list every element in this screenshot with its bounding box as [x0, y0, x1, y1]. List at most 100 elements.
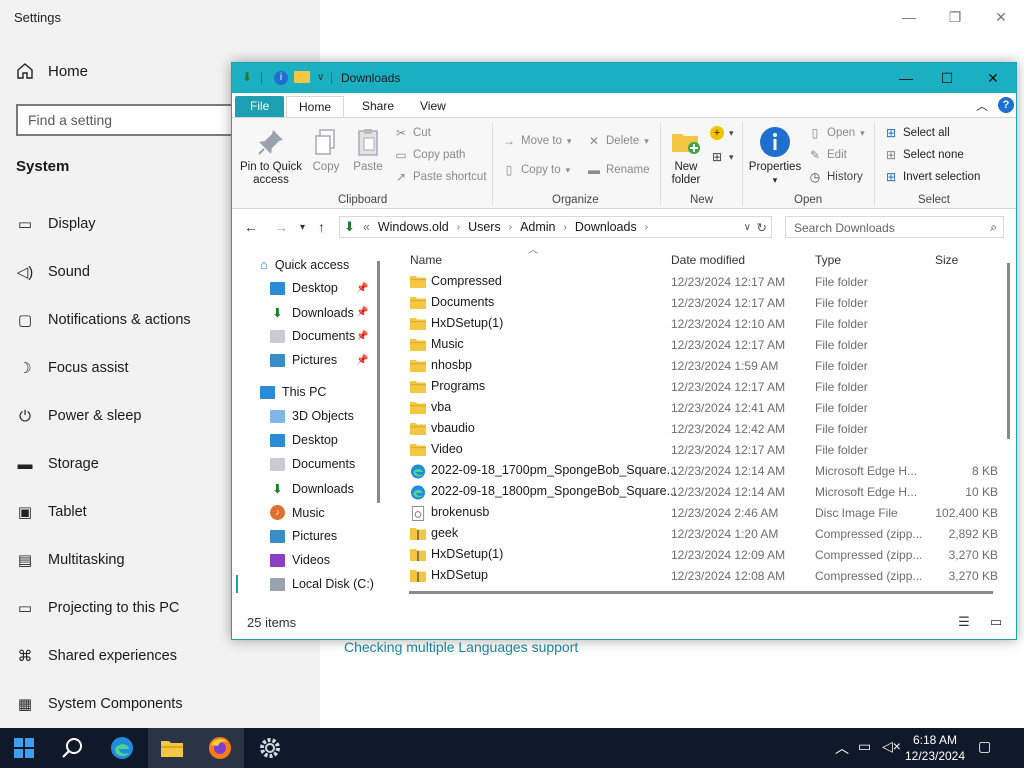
cut-button[interactable]: ✂ Cut [394, 126, 431, 140]
history-button[interactable]: ◷ History [808, 170, 863, 184]
file-row[interactable]: Video 12/23/2024 12:17 AM File folder [398, 440, 998, 461]
nav-quick-access[interactable]: ⌂ Quick access [260, 257, 349, 272]
file-row[interactable]: vbaudio 12/23/2024 12:42 AM File folder [398, 419, 998, 440]
up-icon[interactable]: ↑ [318, 219, 325, 235]
minimize-button[interactable]: — [883, 63, 929, 93]
notifications-icon[interactable]: ▢ [978, 738, 991, 755]
nav-local-disk[interactable]: Local Disk (C:) [270, 577, 374, 591]
nav-3d-objects[interactable]: 3D Objects [270, 409, 354, 423]
nav-quick-pictures[interactable]: Pictures [270, 353, 337, 367]
new-folder-button[interactable]: New folder [666, 126, 706, 187]
nav-pane-scrollbar[interactable] [377, 261, 380, 503]
file-row[interactable]: Music 12/23/2024 12:17 AM File folder [398, 335, 998, 356]
file-row[interactable]: Compressed 12/23/2024 12:17 AM File folder [398, 272, 998, 293]
address-dropdown-icon[interactable]: ∨ [744, 222, 751, 233]
nav-music[interactable]: ♪ Music [270, 505, 325, 520]
column-header-size[interactable]: Size [935, 253, 958, 267]
horizontal-scrollbar[interactable] [409, 591, 993, 594]
customize-toolbar-icon[interactable]: ∨ [317, 72, 324, 83]
delete-button[interactable]: ✕ Delete ▾ [587, 134, 649, 148]
file-row[interactable]: vba 12/23/2024 12:41 AM File folder [398, 398, 998, 419]
column-header-type[interactable]: Type [815, 253, 841, 267]
nav-quick-desktop[interactable]: Desktop [270, 281, 338, 295]
refresh-icon[interactable]: ↻ [757, 220, 767, 235]
file-row[interactable]: 2022-09-18_1700pm_SpongeBob_Square... 12/… [398, 461, 998, 482]
nav-documents[interactable]: Documents [270, 457, 355, 471]
nav-downloads[interactable]: ⬇ Downloads [270, 481, 354, 497]
forward-icon[interactable]: → [274, 219, 288, 235]
nav-desktop[interactable]: Desktop [270, 433, 338, 447]
file-explorer-taskbar-button[interactable] [148, 728, 196, 768]
move-to-button[interactable]: → Move to ▾ [502, 134, 571, 148]
settings-nav-storage[interactable]: ▬ Storage [16, 455, 99, 473]
nav-quick-documents[interactable]: Documents [270, 329, 355, 343]
settings-nav-sound[interactable]: ◁) Sound [16, 263, 90, 281]
breadcrumb-admin[interactable]: Admin [520, 220, 555, 234]
edit-button[interactable]: ✎ Edit [808, 148, 847, 162]
show-hidden-icons-icon[interactable]: ︿ [835, 738, 849, 758]
breadcrumb-downloads[interactable]: Downloads [575, 220, 637, 234]
new-item-button[interactable]: + ▾ [710, 126, 734, 140]
nav-pictures[interactable]: Pictures [270, 529, 337, 543]
settings-nav-notifications[interactable]: ▢ Notifications & actions [16, 311, 191, 329]
taskbar-clock[interactable]: 6:18 AM 12/23/2024 [900, 732, 970, 764]
open-button[interactable]: ▯ Open ▾ [808, 126, 865, 140]
settings-nav-multitasking[interactable]: ▤ Multitasking [16, 551, 125, 569]
details-view-icon[interactable]: ☰ [955, 614, 973, 630]
tab-home[interactable]: Home [286, 96, 345, 117]
breadcrumb-users[interactable]: Users [468, 220, 501, 234]
new-folder-quick-icon[interactable] [294, 71, 310, 83]
settings-nav-power[interactable]: ⏻ Power & sleep [16, 407, 141, 425]
copy-to-button[interactable]: ▯ Copy to ▾ [502, 163, 570, 177]
settings-nav-tablet[interactable]: ▣ Tablet [16, 503, 87, 521]
tab-share[interactable]: Share [350, 96, 406, 117]
file-row[interactable]: Documents 12/23/2024 12:17 AM File folder [398, 293, 998, 314]
file-row[interactable]: Programs 12/23/2024 12:17 AM File folder [398, 377, 998, 398]
help-icon[interactable]: ? [998, 97, 1014, 113]
volume-icon[interactable]: ◁× [882, 738, 901, 755]
file-row[interactable]: HxDSetup(1) 12/23/2024 12:09 AM Compressed… [398, 545, 998, 566]
paste-button[interactable]: Paste [350, 126, 386, 174]
easy-access-button[interactable]: ⊞ ▾ [710, 150, 734, 164]
properties-button[interactable]: Properties ▾ [747, 126, 803, 187]
copy-path-button[interactable]: ▭ Copy path [394, 148, 465, 162]
file-list-scrollbar[interactable] [1007, 263, 1010, 439]
back-icon[interactable]: ← [244, 219, 258, 235]
file-row[interactable]: HxDSetup(1) 12/23/2024 12:10 AM File folde… [398, 314, 998, 335]
start-button[interactable] [0, 728, 48, 768]
large-icons-view-icon[interactable]: ▭ [987, 614, 1005, 630]
paste-shortcut-button[interactable]: ↗ Paste shortcut [394, 170, 487, 184]
tab-view[interactable]: View [408, 96, 458, 117]
edge-taskbar-button[interactable] [98, 728, 146, 768]
select-none-button[interactable]: ⊞ Select none [884, 148, 964, 162]
file-row[interactable]: brokenusb 12/23/2024 2:46 AM Disc Image Fi… [398, 503, 998, 524]
find-setting-input[interactable]: Find a setting [16, 104, 246, 136]
explorer-titlebar[interactable]: ⬇ | i ∨ | Downloads — ☐ ✕ [232, 63, 1016, 93]
nav-videos[interactable]: Videos [270, 553, 330, 567]
pin-to-quick-access-button[interactable]: Pin to Quick access [238, 126, 304, 187]
column-header-name[interactable]: Name [410, 253, 442, 267]
collapse-ribbon-icon[interactable]: ︿ [976, 97, 988, 114]
nav-this-pc[interactable]: This PC [260, 385, 326, 399]
address-input[interactable]: ⬇ « Windows.old › Users › Admin › Downloads… [339, 216, 772, 238]
invert-selection-button[interactable]: ⊞ Invert selection [884, 170, 980, 184]
languages-support-link[interactable]: Checking multiple Languages support [344, 639, 578, 655]
minimize-icon[interactable]: — [886, 6, 932, 28]
copy-button[interactable]: Copy [308, 126, 344, 174]
file-row[interactable]: geek 12/23/2024 1:20 AM Compressed (zipp..… [398, 524, 998, 545]
tab-file[interactable]: File [235, 96, 285, 117]
settings-home-link[interactable]: Home [16, 62, 88, 80]
file-row[interactable]: nhosbp 12/23/2024 1:59 AM File folder [398, 356, 998, 377]
settings-nav-projecting[interactable]: ▭ Projecting to this PC [16, 599, 179, 617]
close-icon[interactable]: ✕ [978, 6, 1024, 28]
close-button[interactable]: ✕ [970, 63, 1016, 93]
properties-quick-icon[interactable]: i [274, 71, 288, 85]
settings-taskbar-button[interactable] [246, 728, 294, 768]
settings-nav-shared-experiences[interactable]: ⌘ Shared experiences [16, 647, 177, 665]
settings-nav-system-components[interactable]: ▦ System Components [16, 695, 183, 713]
breadcrumb-windows-old[interactable]: Windows.old [378, 220, 449, 234]
firefox-taskbar-button[interactable] [196, 728, 244, 768]
file-row[interactable]: HxDSetup 12/23/2024 12:08 AM Compressed (z… [398, 566, 998, 587]
maximize-button[interactable]: ☐ [924, 63, 970, 93]
file-row[interactable]: 2022-09-18_1800pm_SpongeBob_Square... 12/… [398, 482, 998, 503]
